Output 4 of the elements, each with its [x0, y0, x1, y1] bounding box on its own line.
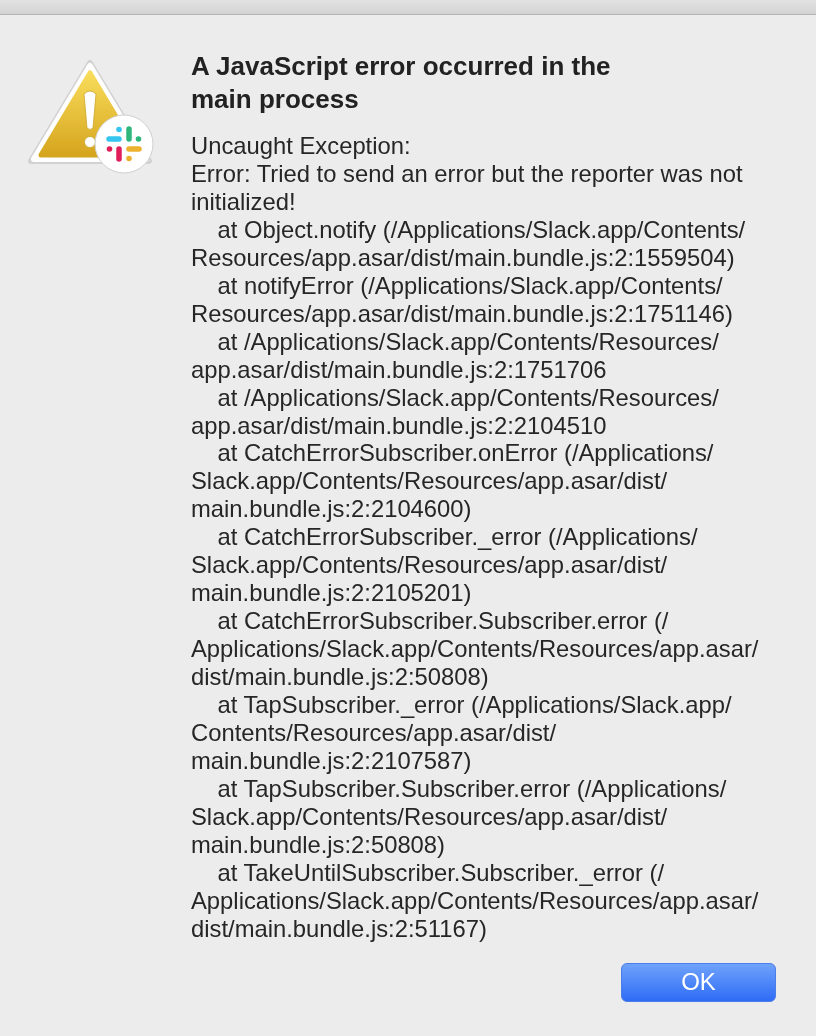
ok-button[interactable]: OK — [621, 962, 776, 1002]
dialog-title: A JavaScript error occurred in the main process — [191, 50, 612, 116]
error-message: Uncaught Exception: Error: Tried to send an error but the reporter was not initialized! at Object.notify (/Applications/Slack.app/Contents/ Resources/app.asar/dist/main.bundle.js:2:1559504) at notifyError (/Applications/Slack.app/Contents/ Resources/app.asar/dist/main.bundle.js:2:1751146) at /Applications/Slack.app/Contents/Resources/ app.asar/dist/main.bundle.js:2:1751706 at /Applications/Slack.app/Contents/Resources/ app.asar/dist/main.bundle.js:2:2104510 at CatchErrorSubscriber.onError (/Applications/ Slack.app/Contents/Resources/app.asar/dist/ main.bundle.js:2:2104600) at CatchErrorSubscriber._error (/Applications/ Slack.app/Contents/Resources/app.asar/dist/ main.bundle.js:2:2105201) at CatchErrorSubscriber.Subscriber.error (/ Applications/Slack.app/Contents/Resources/app.asar/ dist/main.bundle.js:2:50808) at TapSubscriber._error (/Applications/Slack.app/ Contents/Resources/app.asar/dist/ main.bundle.js:2:2107587) at TapSubscriber.Subscriber.error (/Applications/ Slack.app/Contents/Resources/app.asar/dist/ main.bundle.js:2:50808) at TakeUntilSubscriber.Subscriber._error (/ Applications/Slack.app/Contents/Resources/app.asar/ dist/main.bundle.js:2:51167) — [191, 132, 759, 943]
app-badge-icon — [94, 114, 154, 174]
